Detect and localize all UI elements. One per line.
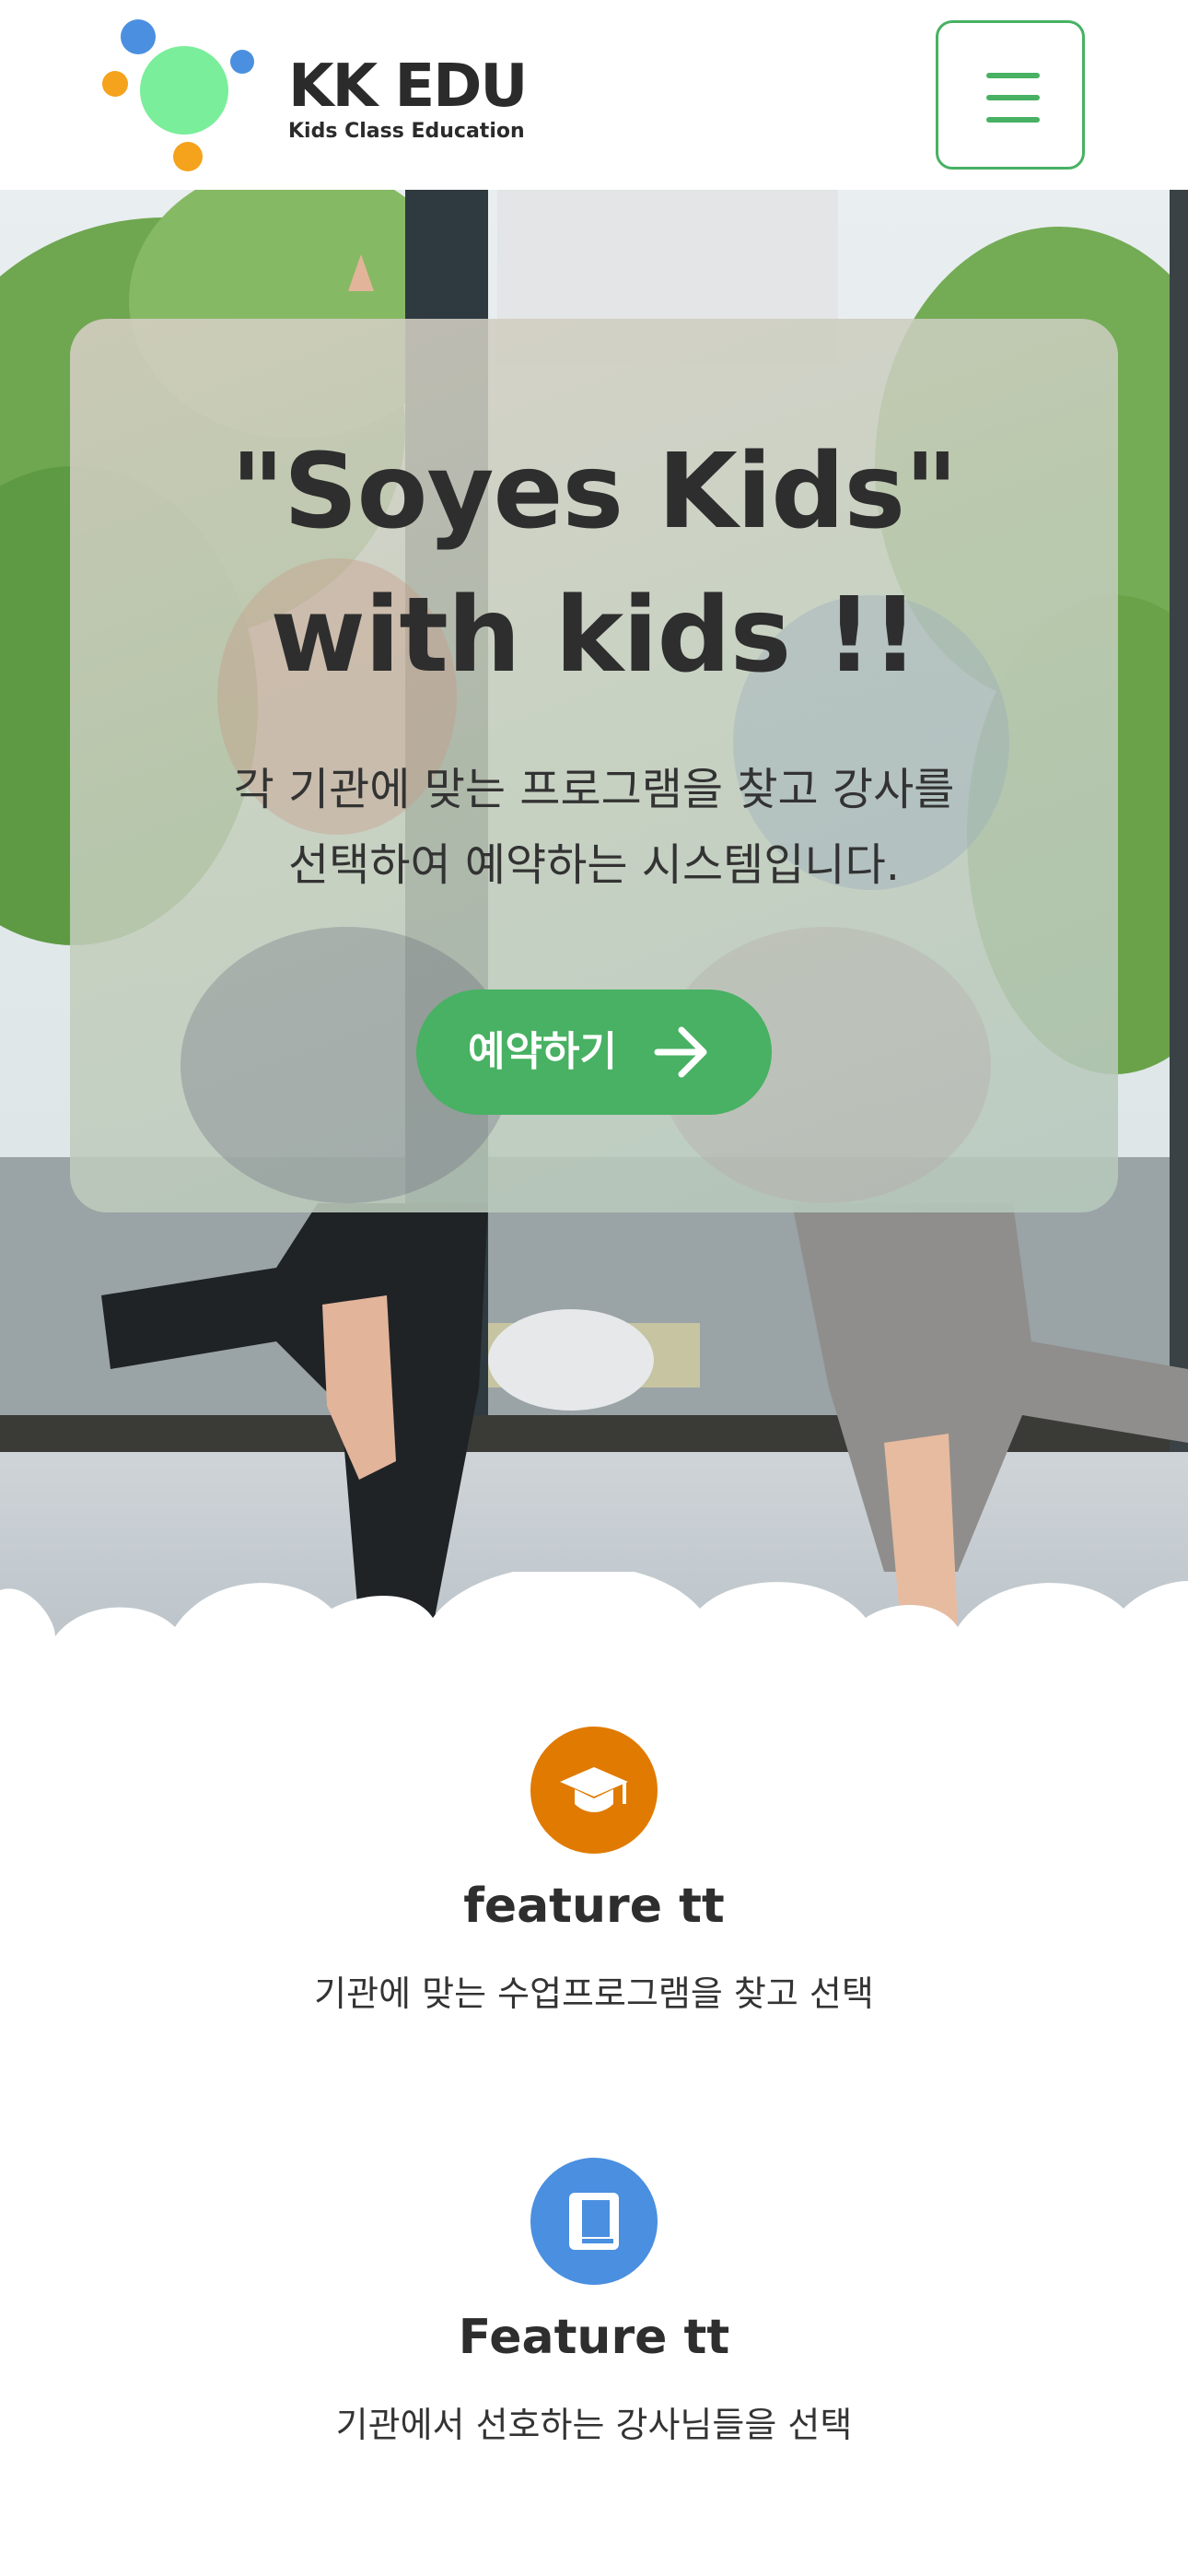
- logo-mark-icon: [102, 19, 254, 171]
- cloud-divider: [0, 1572, 1188, 1673]
- feature-item: Feature tt 기관에서 선호하는 강사님들을 선택: [0, 2158, 1188, 2471]
- hero-description: 각 기관에 맞는 프로그램을 찾고 강사를 선택하여 예약하는 시스템입니다.: [181, 752, 1007, 903]
- hero-description-line2: 선택하여 예약하는 시스템입니다.: [287, 839, 900, 891]
- feature-icon-badge: [530, 1727, 658, 1854]
- logo-title: KK EDU: [288, 53, 528, 121]
- hero-title: "Soyes Kids" with kids !!: [70, 420, 1118, 708]
- hero-title-line2: with kids !!: [270, 576, 919, 696]
- feature-title: feature tt: [463, 1879, 725, 1934]
- hero-section: "Soyes Kids" with kids !! 각 기관에 맞는 프로그램을…: [0, 190, 1188, 1673]
- reserve-button[interactable]: 예약하기: [416, 989, 772, 1115]
- graduation-cap-icon: [560, 1767, 628, 1812]
- arrow-right-icon: [654, 1026, 707, 1078]
- feature-title: Feature tt: [458, 2310, 730, 2365]
- feature-icon-badge: [530, 2158, 658, 2285]
- reserve-button-label: 예약하기: [468, 1028, 617, 1075]
- logo[interactable]: KK EDU Kids Class Education: [99, 17, 532, 175]
- feature-description: 기관에서 선호하는 강사님들을 선택: [335, 2405, 853, 2445]
- site-header: KK EDU Kids Class Education: [0, 0, 1188, 190]
- feature-item: feature tt 기관에 맞는 수업프로그램을 찾고 선택: [0, 1727, 1188, 2040]
- menu-button[interactable]: [936, 20, 1085, 170]
- hero-card: "Soyes Kids" with kids !! 각 기관에 맞는 프로그램을…: [70, 319, 1118, 1212]
- logo-text: KK EDU Kids Class Education: [288, 53, 528, 144]
- logo-subtitle: Kids Class Education: [288, 120, 525, 143]
- feature-description: 기관에 맞는 수업프로그램을 찾고 선택: [314, 1973, 874, 2014]
- hero-description-line1: 각 기관에 맞는 프로그램을 찾고 강사를: [233, 764, 955, 815]
- hero-title-line1: "Soyes Kids": [230, 432, 959, 552]
- page: KK EDU Kids Class Education "Soyes Kids"…: [0, 0, 1188, 2576]
- book-icon: [569, 2193, 619, 2250]
